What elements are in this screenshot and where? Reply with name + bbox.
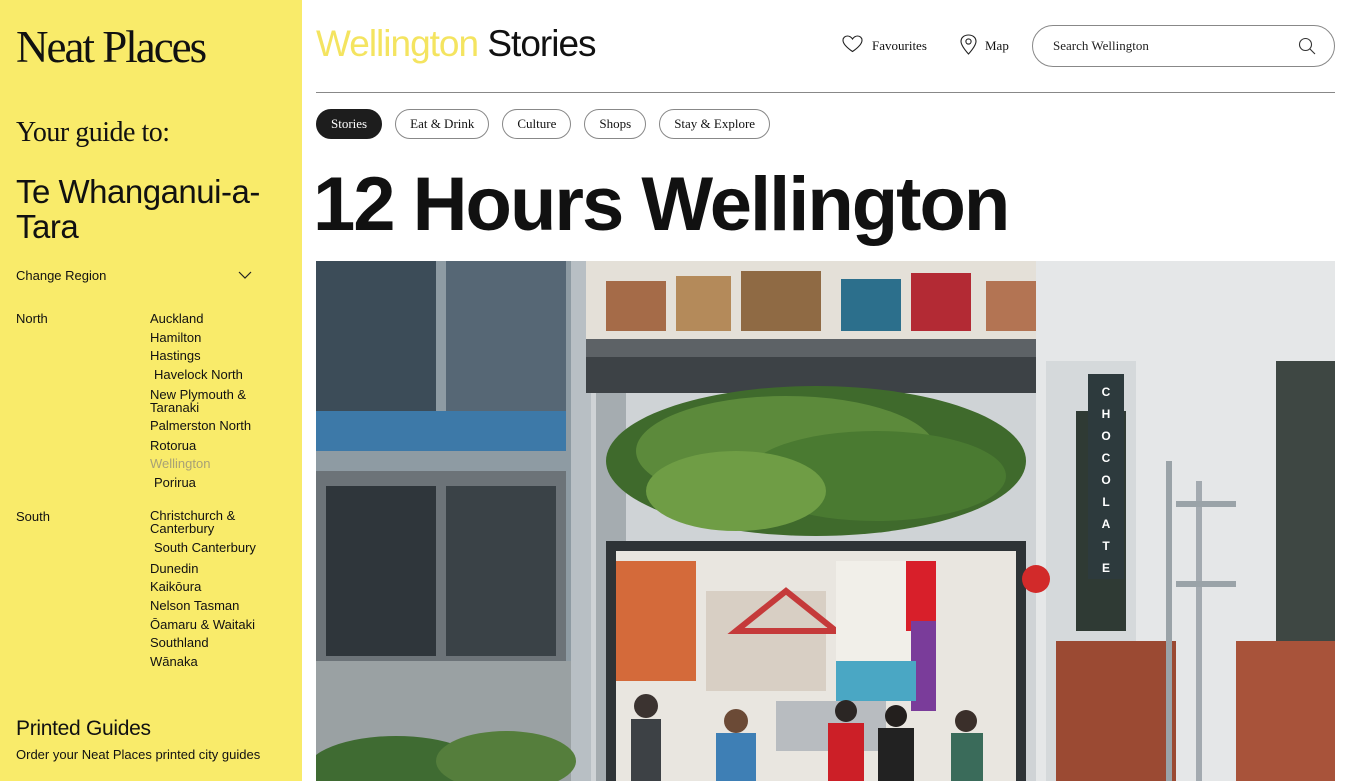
printed-guides-title: Printed Guides (16, 717, 151, 740)
tab-shops[interactable]: Shops (584, 109, 647, 139)
city-link-wellington[interactable]: Wellington (150, 456, 280, 471)
change-region-dropdown[interactable]: Change Region (16, 265, 252, 285)
city-link-southland[interactable]: Southland (150, 635, 280, 650)
city-link-kaikoura[interactable]: Kaikōura (150, 579, 280, 594)
city-link-south-canterbury[interactable]: South Canterbury (150, 540, 280, 555)
svg-text:C: C (1102, 451, 1111, 465)
tab-stay-explore[interactable]: Stay & Explore (659, 109, 771, 139)
favourites-link[interactable]: Favourites (842, 35, 927, 57)
svg-text:L: L (1102, 495, 1109, 509)
map-pin-icon (960, 33, 977, 59)
section-title-city: Wellington (316, 23, 479, 64)
tab-eat-drink[interactable]: Eat & Drink (395, 109, 490, 139)
city-link-oamaru-waitaki[interactable]: Ōamaru & Waitaki (150, 617, 280, 632)
city-link-auckland[interactable]: Auckland (150, 311, 280, 326)
city-link-wanaka[interactable]: Wānaka (150, 654, 280, 669)
svg-text:C: C (1102, 385, 1111, 399)
city-link-porirua[interactable]: Porirua (150, 475, 280, 490)
section-title[interactable]: Wellington Stories (316, 22, 597, 66)
search-input[interactable] (1053, 38, 1298, 54)
area-label-south: South (16, 509, 50, 524)
map-link[interactable]: Map (960, 33, 1009, 59)
city-link-hastings[interactable]: Hastings (150, 348, 280, 363)
svg-text:A: A (1102, 517, 1111, 531)
svg-text:T: T (1102, 539, 1110, 553)
city-link-palmerston-north[interactable]: Palmerston North (150, 418, 280, 433)
city-link-christchurch[interactable]: Christchurch & Canterbury (150, 509, 280, 535)
heart-icon (842, 35, 863, 57)
city-link-nelson-tasman[interactable]: Nelson Tasman (150, 598, 280, 613)
printed-guides-link[interactable]: Order your Neat Places printed city guid… (16, 747, 260, 762)
south-city-list: Christchurch & Canterbury South Canterbu… (150, 509, 280, 669)
search-icon[interactable] (1298, 37, 1316, 55)
change-region-label: Change Region (16, 267, 107, 283)
category-tabs: Stories Eat & Drink Culture Shops Stay &… (316, 109, 771, 139)
section-title-word: Stories (487, 23, 596, 64)
region-name: Te Whanganui-a-Tara (16, 173, 260, 245)
svg-text:O: O (1101, 429, 1110, 443)
map-label: Map (985, 38, 1009, 53)
header-divider (316, 92, 1335, 93)
city-link-new-plymouth[interactable]: New Plymouth & Taranaki (150, 388, 280, 414)
chevron-down-icon (238, 268, 252, 282)
svg-text:E: E (1102, 561, 1110, 575)
city-link-havelock-north[interactable]: Havelock North (150, 367, 280, 382)
guide-to-label: Your guide to: (16, 117, 170, 148)
favourites-label: Favourites (872, 38, 927, 53)
tab-culture[interactable]: Culture (502, 109, 572, 139)
sidebar: Neat Places Your guide to: Te Whanganui-… (0, 0, 302, 781)
site-logo[interactable]: Neat Places (16, 22, 207, 72)
svg-text:H: H (1102, 407, 1111, 421)
tab-stories[interactable]: Stories (316, 109, 383, 139)
north-city-list: Auckland Hamilton Hastings Havelock Nort… (150, 311, 280, 490)
city-link-hamilton[interactable]: Hamilton (150, 330, 280, 345)
svg-text:O: O (1101, 473, 1110, 487)
city-link-dunedin[interactable]: Dunedin (150, 561, 280, 576)
city-link-rotorua[interactable]: Rotorua (150, 438, 280, 453)
page-title: 12 Hours Wellington (313, 162, 1010, 247)
hero-image: C H O C O L A T E (316, 261, 1335, 781)
area-label-north: North (16, 311, 48, 326)
search-box (1032, 25, 1335, 67)
